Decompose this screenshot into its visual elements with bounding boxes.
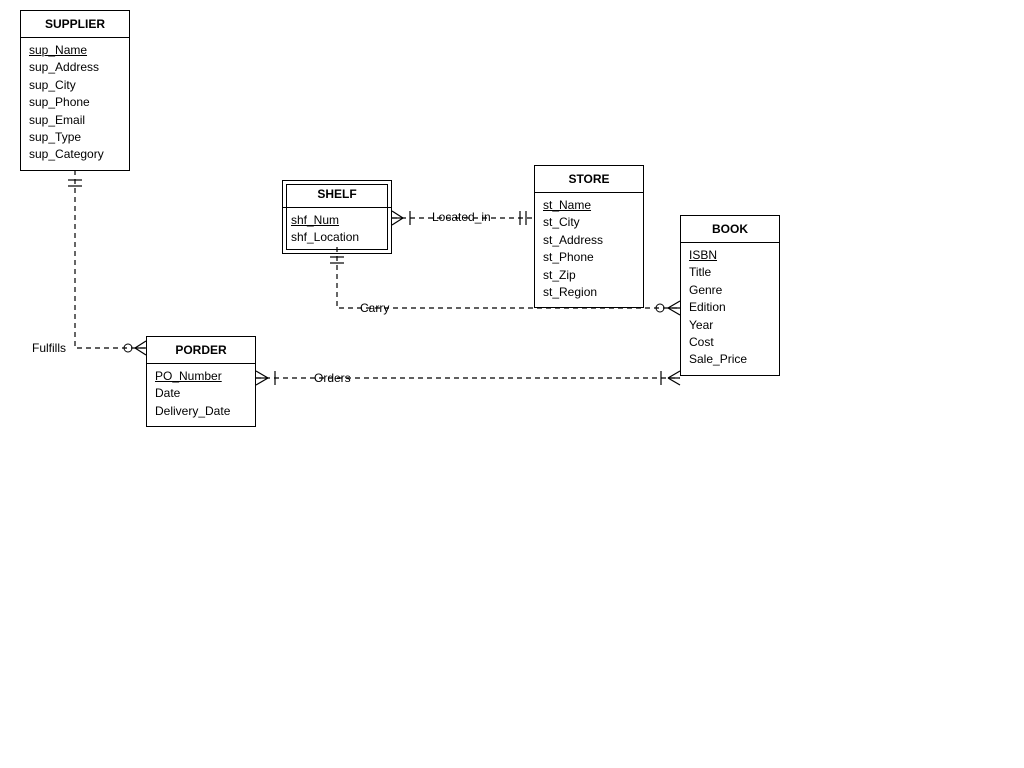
attr: ISBN xyxy=(689,247,771,264)
attr: Year xyxy=(689,317,771,334)
entity-supplier: SUPPLIER sup_Name sup_Address sup_City s… xyxy=(20,10,130,171)
attr: Title xyxy=(689,264,771,281)
attr: sup_Address xyxy=(29,59,121,76)
attr: Sale_Price xyxy=(689,351,771,368)
entity-book-attrs: ISBN Title Genre Edition Year Cost Sale_… xyxy=(681,243,779,375)
rel-located-in-label: Located_in xyxy=(428,210,495,224)
attr: st_Address xyxy=(543,232,635,249)
attr: sup_City xyxy=(29,77,121,94)
entity-shelf: SHELF shf_Num shf_Location xyxy=(282,180,392,254)
attr: sup_Name xyxy=(29,42,121,59)
entity-store-attrs: st_Name st_City st_Address st_Phone st_Z… xyxy=(535,193,643,307)
entity-book-title: BOOK xyxy=(681,216,779,243)
rel-orders-label: Orders xyxy=(310,371,355,385)
attr: st_Name xyxy=(543,197,635,214)
entity-porder: PORDER PO_Number Date Delivery_Date xyxy=(146,336,256,427)
entity-shelf-title: SHELF xyxy=(283,181,391,208)
attr: Date xyxy=(155,385,247,402)
attr: sup_Type xyxy=(29,129,121,146)
rel-fulfills-label: Fulfills xyxy=(28,341,70,355)
attr: shf_Num xyxy=(291,212,383,229)
attr: st_Phone xyxy=(543,249,635,266)
attr: shf_Location xyxy=(291,229,383,246)
entity-porder-title: PORDER xyxy=(147,337,255,364)
attr: Cost xyxy=(689,334,771,351)
attr: Genre xyxy=(689,282,771,299)
entity-book: BOOK ISBN Title Genre Edition Year Cost … xyxy=(680,215,780,376)
rel-carry-label: Carry xyxy=(356,301,393,315)
attr: st_Region xyxy=(543,284,635,301)
entity-shelf-attrs: shf_Num shf_Location xyxy=(283,208,391,253)
entity-supplier-title: SUPPLIER xyxy=(21,11,129,38)
entity-store: STORE st_Name st_City st_Address st_Phon… xyxy=(534,165,644,308)
attr: sup_Phone xyxy=(29,94,121,111)
attr: sup_Email xyxy=(29,112,121,129)
entity-store-title: STORE xyxy=(535,166,643,193)
attr: Delivery_Date xyxy=(155,403,247,420)
attr: st_City xyxy=(543,214,635,231)
attr: Edition xyxy=(689,299,771,316)
entity-porder-attrs: PO_Number Date Delivery_Date xyxy=(147,364,255,426)
attr: PO_Number xyxy=(155,368,247,385)
attr: st_Zip xyxy=(543,267,635,284)
entity-supplier-attrs: sup_Name sup_Address sup_City sup_Phone … xyxy=(21,38,129,170)
attr: sup_Category xyxy=(29,146,121,163)
